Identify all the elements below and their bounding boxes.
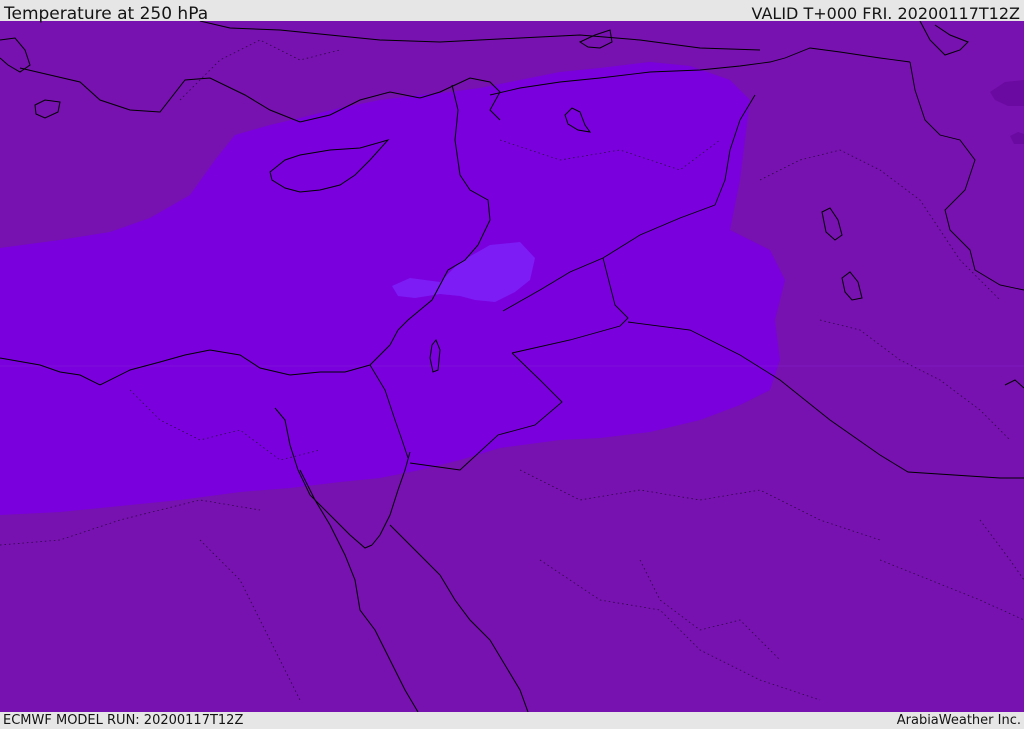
map-panel[interactable]	[0, 21, 1024, 712]
model-run-label: ECMWF MODEL RUN: 20200117T12Z	[3, 713, 244, 728]
footer-bar: ECMWF MODEL RUN: 20200117T12Z ArabiaWeat…	[0, 712, 1024, 729]
valid-time-label: VALID T+000 FRI. 20200117T12Z	[751, 4, 1020, 23]
credit-label: ArabiaWeather Inc.	[896, 713, 1021, 728]
map-title: Temperature at 250 hPa	[4, 4, 209, 24]
temperature-map	[0, 21, 1024, 712]
header-bar: Temperature at 250 hPa VALID T+000 FRI. …	[0, 0, 1024, 24]
